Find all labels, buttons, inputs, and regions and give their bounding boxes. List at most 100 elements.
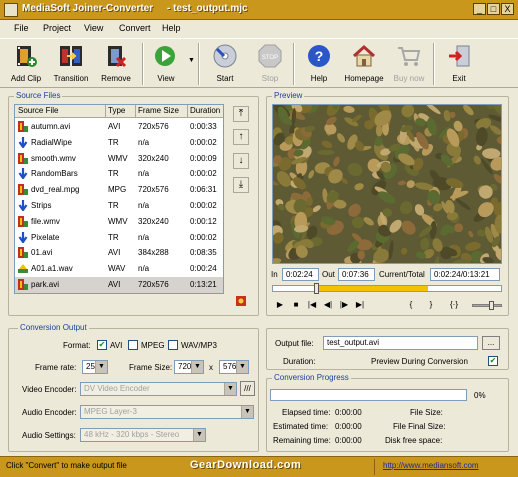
- svg-text:STOP: STOP: [262, 55, 278, 61]
- transition-button[interactable]: Transition: [48, 41, 94, 87]
- file-name: file.wmv: [31, 216, 60, 226]
- stop-button[interactable]: STOP Stop: [247, 41, 293, 87]
- go-end-button[interactable]: ▶|: [353, 299, 367, 311]
- column-divider: [187, 105, 188, 118]
- view-button[interactable]: View: [143, 41, 189, 87]
- source-file-list[interactable]: Source File Type Frame Size Duration aut…: [14, 104, 224, 294]
- file-duration: 0:00:09: [190, 153, 217, 163]
- go-start-button[interactable]: |◀: [305, 299, 319, 311]
- move-up-button[interactable]: ↑: [233, 129, 249, 145]
- video-encoder-label: Video Encoder:: [22, 385, 77, 394]
- file-frame-size: n/a: [138, 169, 150, 179]
- browse-button[interactable]: ...: [482, 336, 500, 350]
- file-name: 01.avi: [31, 248, 53, 258]
- buy-now-button[interactable]: Buy now: [386, 41, 432, 87]
- format-wav-checkbox[interactable]: [168, 340, 178, 350]
- chevron-down-icon: ▼: [95, 361, 107, 373]
- video-settings-icon[interactable]: ///: [240, 381, 255, 396]
- column-source-file[interactable]: Source File: [18, 106, 58, 115]
- table-row[interactable]: RadialWipe TR n/a 0:00:02: [15, 135, 223, 151]
- table-row[interactable]: RandomBars TR n/a 0:00:02: [15, 166, 223, 182]
- table-row[interactable]: Strips TR n/a 0:00:02: [15, 198, 223, 214]
- maximize-button[interactable]: □: [487, 3, 500, 15]
- homepage-link[interactable]: http://www.mediansoft.com: [383, 461, 479, 470]
- menu-bar: File Project View Convert Help: [0, 21, 518, 37]
- play-button[interactable]: ▶: [273, 299, 287, 311]
- format-mpeg-checkbox[interactable]: [128, 340, 138, 350]
- column-duration[interactable]: Duration: [190, 106, 220, 115]
- format-avi-checkbox[interactable]: ✔: [97, 340, 107, 350]
- frame-size-x: x: [209, 363, 213, 372]
- set-in-button[interactable]: {: [404, 299, 418, 311]
- audio-settings-select[interactable]: 48 kHz - 320 kbps - Stereo ▼: [80, 428, 206, 442]
- menu-file[interactable]: File: [14, 23, 29, 33]
- frame-width-select[interactable]: 720 ▼: [174, 360, 204, 374]
- exit-button[interactable]: Exit: [436, 41, 482, 87]
- title-bar[interactable]: MediaSoft Joiner-Converter - test_output…: [0, 0, 518, 20]
- homepage-button[interactable]: Homepage: [341, 41, 387, 87]
- table-row[interactable]: smooth.wmv WMV 320x240 0:00:09: [15, 151, 223, 167]
- file-name: RandomBars: [31, 169, 78, 179]
- start-button[interactable]: Start: [202, 41, 248, 87]
- file-name: park.avi: [31, 280, 60, 289]
- move-down-button[interactable]: ↓: [233, 153, 249, 169]
- menu-project[interactable]: Project: [43, 23, 71, 33]
- format-avi-label: AVI: [110, 341, 123, 350]
- add-clip-button[interactable]: Add Clip: [3, 41, 49, 87]
- table-row[interactable]: dvd_real.mpg MPG 720x576 0:06:31: [15, 182, 223, 198]
- table-row[interactable]: 01.avi AVI 384x288 0:08:35: [15, 245, 223, 261]
- film-add-icon: [17, 46, 37, 67]
- column-divider: [105, 105, 106, 118]
- volume-slider[interactable]: [472, 301, 502, 310]
- video-clip-icon: [18, 121, 28, 132]
- stop-preview-button[interactable]: ■: [289, 299, 303, 311]
- audio-encoder-select[interactable]: MPEG Layer-3 ▼: [80, 405, 254, 419]
- preview-video-frame: [272, 104, 502, 264]
- table-row[interactable]: autumn.avi AVI 720x576 0:00:33: [15, 119, 223, 135]
- next-frame-button[interactable]: |▶: [337, 299, 351, 311]
- file-duration: 0:06:31: [190, 185, 217, 195]
- remove-button[interactable]: Remove: [93, 41, 139, 87]
- window-title: MediaSoft Joiner-Converter - test_output…: [22, 3, 248, 14]
- table-row[interactable]: Pixelate TR n/a 0:00:02: [15, 230, 223, 246]
- help-button[interactable]: ? Help: [296, 41, 342, 87]
- close-button[interactable]: X: [501, 3, 514, 15]
- table-row[interactable]: park.avi AVI 720x576 0:13:21: [15, 277, 223, 293]
- move-bottom-button[interactable]: ⤓: [233, 177, 249, 193]
- output-file-input[interactable]: test_output.avi: [323, 336, 478, 350]
- frame-rate-select[interactable]: 25 ▼: [82, 360, 108, 374]
- video-encoder-select[interactable]: DV Video Encoder ▼: [80, 382, 237, 396]
- minimize-button[interactable]: _: [473, 3, 486, 15]
- output-file-label: Output file:: [275, 339, 314, 348]
- set-out-button[interactable]: }: [424, 299, 438, 311]
- conversion-output-title: Conversion Output: [18, 323, 89, 332]
- file-frame-size: 320x240: [138, 153, 169, 163]
- file-size-label: File Size:: [410, 408, 443, 417]
- menu-convert[interactable]: Convert: [119, 23, 151, 33]
- menu-help[interactable]: Help: [162, 23, 181, 33]
- app-icon: [4, 3, 18, 17]
- in-time-field[interactable]: 0:02:24: [282, 268, 319, 281]
- seek-bar[interactable]: [272, 283, 502, 294]
- view-dropdown-arrow-icon[interactable]: ▼: [188, 57, 195, 64]
- out-time-field[interactable]: 0:07:36: [338, 268, 375, 281]
- table-row[interactable]: file.wmv WMV 320x240 0:00:12: [15, 214, 223, 230]
- select-range-button[interactable]: {·}: [447, 299, 461, 311]
- file-type: TR: [108, 169, 119, 179]
- menu-view[interactable]: View: [84, 23, 103, 33]
- volume-thumb[interactable]: [489, 301, 494, 310]
- prev-frame-button[interactable]: ◀|: [321, 299, 335, 311]
- preview-during-checkbox[interactable]: ✔: [488, 356, 498, 366]
- move-top-button[interactable]: ⤒: [233, 106, 249, 122]
- arrow-down-icon: [18, 200, 28, 211]
- video-clip-icon: [18, 215, 28, 227]
- column-type[interactable]: Type: [108, 106, 125, 115]
- seek-thumb[interactable]: [314, 283, 319, 294]
- file-name: Strips: [31, 201, 52, 210]
- column-frame-size[interactable]: Frame Size: [138, 106, 179, 115]
- final-size-label: File Final Size:: [393, 422, 446, 431]
- frame-height-select[interactable]: 576 ▼: [219, 360, 249, 374]
- clip-properties-icon[interactable]: [235, 295, 247, 307]
- file-duration: 0:00:12: [190, 216, 217, 226]
- table-row[interactable]: A01.a1.wav WAV n/a 0:00:24: [15, 261, 223, 277]
